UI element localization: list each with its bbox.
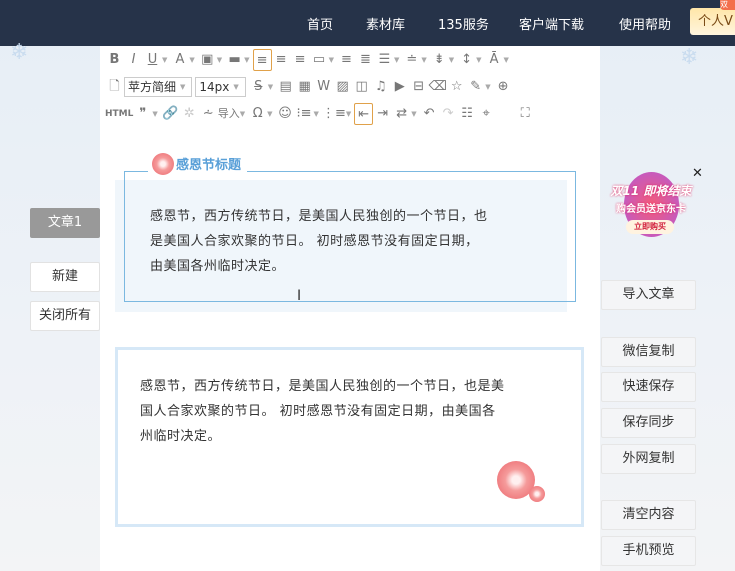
unlink-icon[interactable]: ✲ — [180, 103, 199, 125]
toolbar-row-2: 🗋 苹方简细 ▼ 14px ▼ S ▼ ▤ ▦ W ▨ ◫ ♫ ▶ ⊟ ⌫ ☆ ✎ ▼ … — [105, 76, 513, 98]
clear-content-button[interactable]: 清空内容 — [601, 500, 696, 530]
insert-after-icon[interactable]: ⇥ — [373, 103, 392, 125]
special-char-icon[interactable]: Ω — [248, 103, 267, 125]
align-left-icon[interactable]: ≡ — [252, 49, 272, 71]
unordered-list-icon[interactable]: ⋮≡ — [322, 103, 346, 125]
music-icon[interactable]: ♫ — [371, 76, 390, 98]
flower-decoration-icon — [529, 486, 545, 502]
underline-icon[interactable]: U — [143, 49, 162, 71]
editor[interactable]: B I U ▼ A ▼ ▣ ▼ ▬ ▼ ≡ ≡ ≡ ▭ ▼ ≡ ≣ ☰ ▼ ≐ ▼ ⇟ ▼ ↕ ▼… — [100, 46, 600, 571]
ordered-list-icon[interactable]: ⁝≡ — [295, 103, 314, 125]
line-spacing-icon[interactable]: ⇟ — [430, 49, 449, 71]
video-icon[interactable]: ▶ — [390, 76, 409, 98]
article-tab[interactable]: 文章1 — [30, 208, 100, 238]
magic-wand-icon[interactable]: ✎ — [466, 76, 485, 98]
template-list-icon[interactable]: ☷ — [458, 103, 477, 125]
text-cursor-icon: I — [297, 288, 302, 304]
promo-subtitle: 购会员送京东卡 — [616, 204, 686, 215]
flower-icon — [152, 153, 174, 175]
align-center-icon[interactable]: ≡ — [272, 49, 291, 71]
font-family-value: 苹方简细 — [128, 80, 177, 94]
undo-icon[interactable]: ↶ — [420, 103, 439, 125]
fullscreen-icon[interactable]: ⛶ — [516, 103, 535, 125]
snowflake-icon: ❄ — [680, 45, 699, 70]
line-height-icon[interactable]: ↕ — [457, 49, 476, 71]
text-line: 是美国人合家欢聚的节日。 初时感恩节没有固定日期， — [150, 234, 479, 249]
text-direction-icon[interactable]: ⇄ — [392, 103, 411, 125]
text-line: 感恩节，西方传统节日，是美国人民独创的一个节日，也是美 — [140, 379, 505, 394]
external-copy-button[interactable]: 外网复制 — [601, 444, 696, 474]
nav-materials[interactable]: 素材库 — [366, 14, 405, 33]
search-replace-icon[interactable]: ⊕ — [494, 76, 513, 98]
map-pin-icon[interactable]: ⌖ — [477, 103, 496, 125]
new-document-icon[interactable]: 🗋 — [105, 76, 124, 98]
save-sync-button[interactable]: 保存同步 — [601, 408, 696, 438]
quick-save-button[interactable]: 快速保存 — [601, 372, 696, 402]
divider-icon[interactable]: ⊟ — [409, 76, 428, 98]
redo-icon[interactable]: ↷ — [439, 103, 458, 125]
multi-image-icon[interactable]: ◫ — [352, 76, 371, 98]
promo-title: 双11 即将结束 — [610, 184, 692, 198]
text-line: 国人合家欢聚的节日。 初时感恩节没有固定日期，由美国各 — [140, 404, 496, 419]
import-button[interactable]: 导入 — [218, 103, 240, 125]
nav-services[interactable]: 135服务 — [438, 14, 489, 33]
block1-text[interactable]: 感恩节，西方传统节日，是美国人民独创的一个节日，也 是美国人合家欢聚的节日。 初… — [150, 204, 488, 279]
mobile-preview-button[interactable]: 手机预览 — [601, 536, 696, 566]
quote-icon[interactable]: ❞ — [133, 103, 152, 125]
chart-table-icon[interactable]: ▦ — [295, 76, 314, 98]
spacing-icon[interactable]: ☰ — [375, 49, 394, 71]
nav-client-download[interactable]: 客户端下载 — [519, 14, 584, 33]
font-family-select[interactable]: 苹方简细 ▼ — [124, 77, 193, 97]
promo-buy-button[interactable]: 立即购买 — [626, 220, 674, 234]
justify-icon[interactable]: ≡ — [337, 49, 356, 71]
emoji-icon[interactable]: ☺ — [276, 103, 295, 125]
image-icon[interactable]: ▨ — [333, 76, 352, 98]
text-line: 由美国各州临时决定。 — [150, 259, 286, 274]
vip-badge: 双 — [720, 0, 735, 10]
new-button[interactable]: 新建 — [30, 262, 100, 292]
snowflake-icon: ❄ — [10, 40, 29, 65]
font-size-select[interactable]: 14px ▼ — [195, 77, 246, 97]
promo-close-icon[interactable]: ✕ — [692, 166, 703, 181]
block2-text[interactable]: 感恩节，西方传统节日，是美国人民独创的一个节日，也是美 国人合家欢聚的节日。 初… — [140, 374, 505, 449]
paragraph-spacing-icon[interactable]: ≐ — [402, 49, 421, 71]
insert-paragraph-icon[interactable]: ⩪ — [199, 103, 218, 125]
toolbar-row-1: B I U ▼ A ▼ ▣ ▼ ▬ ▼ ≡ ≡ ≡ ▭ ▼ ≡ ≣ ☰ ▼ ≐ ▼ ⇟ ▼ ↕ ▼… — [105, 49, 512, 71]
align-right-icon[interactable]: ≡ — [291, 49, 310, 71]
bold-icon[interactable]: B — [105, 49, 124, 71]
import-article-button[interactable]: 导入文章 — [601, 280, 696, 310]
insert-before-icon[interactable]: ⇤ — [354, 103, 374, 125]
word-import-icon[interactable]: W — [314, 76, 333, 98]
eraser-icon[interactable]: ⌫ — [428, 76, 447, 98]
table-icon[interactable]: ▤ — [276, 76, 295, 98]
text-line: 感恩节，西方传统节日，是美国人民独创的一个节日，也 — [150, 209, 488, 224]
strikethrough-icon[interactable]: S — [249, 76, 268, 98]
top-nav-bar: 首页 素材库 135服务 客户端下载 使用帮助 个人V 双 — [0, 0, 735, 46]
highlight-icon[interactable]: ▬ — [225, 49, 244, 71]
toolbar-row-3: HTML ❞ ▼ 🔗 ✲ ⩪ 导入 ▼ Ω ▼ ☺ ⁝≡ ▼ ⋮≡ ▼ ⇤ ⇥ ⇄ ▼ ↶ … — [105, 103, 535, 125]
italic-icon[interactable]: I — [124, 49, 143, 71]
font-size-value: 14px — [199, 80, 230, 94]
link-icon[interactable]: 🔗 — [161, 103, 180, 125]
close-all-button[interactable]: 关闭所有 — [30, 301, 100, 331]
format-painter-icon[interactable]: ☆ — [447, 76, 466, 98]
nav-home[interactable]: 首页 — [307, 14, 333, 33]
image-align-icon[interactable]: ▭ — [310, 49, 329, 71]
html-button[interactable]: HTML — [105, 103, 133, 125]
font-color-icon[interactable]: A — [170, 49, 189, 71]
vip-button[interactable]: 个人V — [690, 8, 735, 35]
wechat-copy-button[interactable]: 微信复制 — [601, 337, 696, 367]
nav-help[interactable]: 使用帮助 — [619, 14, 671, 33]
background-color-icon[interactable]: ▣ — [198, 49, 217, 71]
text-line: 州临时决定。 — [140, 429, 222, 444]
indent-icon[interactable]: ≣ — [356, 49, 375, 71]
promo-banner[interactable]: 双11 即将结束 购会员送京东卡 立即购买 — [604, 172, 698, 242]
letter-spacing-icon[interactable]: Ā — [485, 49, 504, 71]
